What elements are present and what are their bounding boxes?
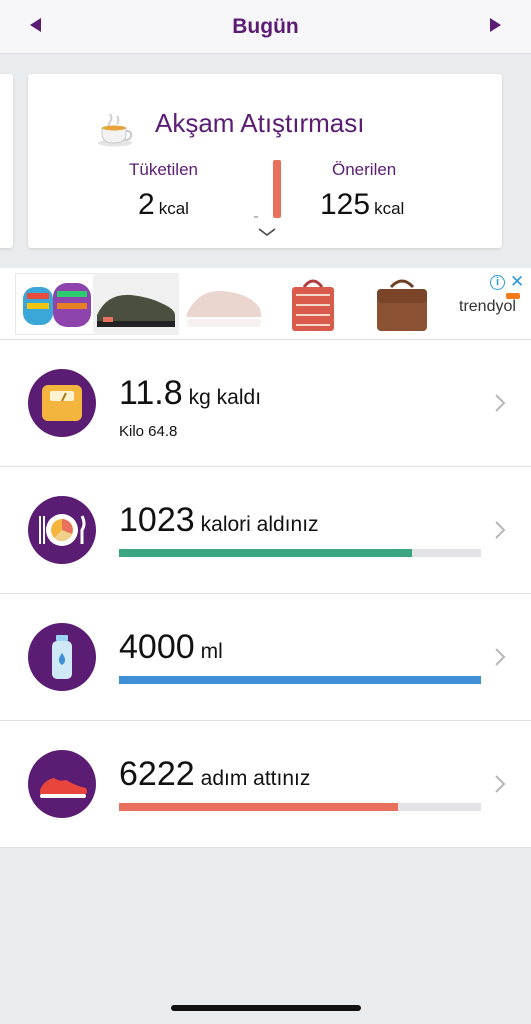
recommended-label: Önerilen <box>332 160 397 179</box>
scale-icon <box>28 369 96 437</box>
steps-label: adım attınız <box>200 767 311 790</box>
recommended-value: 125 kcal <box>320 188 404 222</box>
sneaker-icon <box>28 750 96 818</box>
water-progress-fill <box>119 676 481 684</box>
plate-icon <box>28 496 96 564</box>
home-indicator[interactable] <box>171 1005 361 1011</box>
consumed-value: 2 kcal <box>138 188 189 222</box>
meal-title: Akşam Atıştırması <box>155 108 365 138</box>
water-value: 4000 <box>119 628 195 666</box>
consumed-number: 2 <box>138 188 155 221</box>
ad-product-sneaker-black[interactable] <box>93 273 179 335</box>
steps-value: 6222 <box>119 755 195 793</box>
weight-remaining: 11.8 kg kaldı <box>119 374 261 413</box>
consumed-label: Tüketilen <box>129 160 198 179</box>
next-day-button[interactable] <box>490 18 501 32</box>
calories-intake: 1023 kalori aldınız <box>119 501 319 540</box>
calories-progress-fill <box>119 549 413 557</box>
recommended-number: 125 <box>320 188 371 221</box>
water-row[interactable]: 4000 ml <box>0 594 531 721</box>
ad-product-bag-red[interactable] <box>270 273 356 335</box>
tea-cup-icon <box>98 113 133 147</box>
recommended-unit: kcal <box>374 199 405 218</box>
weight-remaining-value: 11.8 <box>119 374 183 412</box>
water-bottle-icon <box>28 623 96 691</box>
date-header: Bugün <box>0 0 531 54</box>
weight-row[interactable]: 11.8 kg kaldı Kilo 64.8 <box>0 340 531 467</box>
water-intake: 4000 ml <box>119 628 223 667</box>
meal-carousel[interactable]: Akşam Atıştırması Tüketilen 2 kcal Öneril… <box>0 54 531 268</box>
ad-product-bag-brown[interactable] <box>359 273 445 335</box>
steps-progress-fill <box>119 803 398 811</box>
ad-brand-tag <box>506 293 520 299</box>
chevron-down-icon[interactable] <box>257 226 277 238</box>
consumed-unit: kcal <box>158 199 189 218</box>
close-icon[interactable]: ✕ <box>510 272 524 292</box>
previous-meal-card[interactable] <box>0 74 13 248</box>
steps-progress-track <box>119 803 481 811</box>
calories-label: kalori aldınız <box>200 513 319 536</box>
chevron-right-icon[interactable] <box>493 646 507 668</box>
ad-product-sneaker-pink[interactable] <box>181 273 267 335</box>
steps-row[interactable]: 6222 adım attınız <box>0 721 531 848</box>
chevron-right-icon[interactable] <box>493 773 507 795</box>
meter-baseline <box>254 216 258 218</box>
calories-row[interactable]: 1023 kalori aldınız <box>0 467 531 594</box>
ad-brand-name[interactable]: trendyol <box>459 298 516 316</box>
chevron-right-icon[interactable] <box>493 392 507 414</box>
chevron-right-icon[interactable] <box>493 519 507 541</box>
water-progress-track <box>119 676 481 684</box>
ad-product-sandals[interactable] <box>15 273 101 335</box>
calories-value: 1023 <box>119 501 195 539</box>
calorie-meter-bar <box>273 160 281 218</box>
current-weight: Kilo 64.8 <box>119 423 178 440</box>
info-icon[interactable]: i <box>490 275 505 290</box>
weight-remaining-unit: kg kaldı <box>188 386 262 409</box>
ad-banner[interactable]: trendyol i ✕ <box>0 268 531 340</box>
calories-progress-track <box>119 549 481 557</box>
meal-card[interactable]: Akşam Atıştırması Tüketilen 2 kcal Öneril… <box>28 74 502 248</box>
date-title: Bugün <box>232 15 299 38</box>
steps-count: 6222 adım attınız <box>119 755 310 794</box>
water-unit: ml <box>200 640 223 663</box>
